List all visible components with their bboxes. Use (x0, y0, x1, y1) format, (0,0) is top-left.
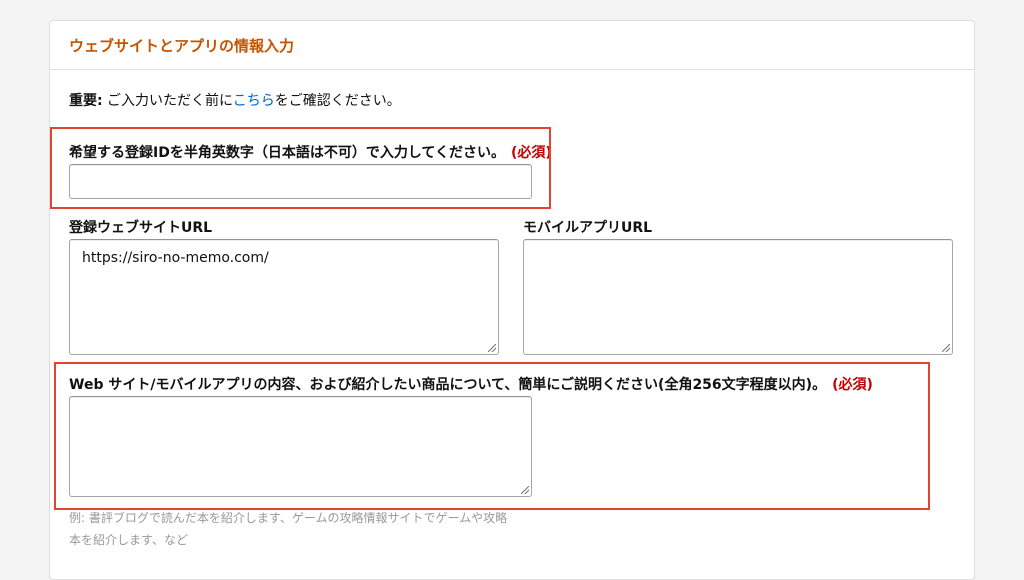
website-url-textarea[interactable]: https://siro-no-memo.com/ (69, 239, 499, 355)
description-hint: 例: 書評ブログで読んだ本を紹介します、ゲームの攻略情報サイトでゲームや攻略本を… (69, 511, 508, 547)
login-id-input[interactable] (69, 164, 532, 199)
login-id-label: 希望する登録IDを半角英数字（日本語は不可）で入力してください。 (必須) (69, 142, 552, 162)
login-id-label-text: 希望する登録IDを半角英数字（日本語は不可）で入力してください。 (69, 145, 505, 161)
website-app-info-card: ウェブサイトとアプリの情報入力 重要: ご入力いただく前にこちらをご確認ください… (49, 20, 975, 580)
description-label-text: Web サイト/モバイルアプリの内容、および紹介したい商品について、簡単にご説明… (69, 377, 827, 393)
app-url-resize-handle[interactable] (942, 344, 950, 352)
description-resize-handle[interactable] (521, 486, 529, 494)
card-header: ウェブサイトとアプリの情報入力 (50, 21, 974, 70)
description-label: Web サイト/モバイルアプリの内容、および紹介したい商品について、簡単にご説明… (69, 374, 873, 394)
app-url-label: モバイルアプリURL (523, 220, 653, 236)
website-url-label: 登録ウェブサイトURL (69, 220, 213, 236)
notice-bold-label: 重要: (69, 93, 103, 109)
notice-link[interactable]: こちら (233, 93, 275, 109)
login-id-required: (必須) (511, 145, 552, 161)
notice-text-before: ご入力いただく前に (102, 93, 233, 109)
section-title: ウェブサイトとアプリの情報入力 (69, 37, 295, 55)
website-url-resize-handle[interactable] (488, 344, 496, 352)
description-required: (必須) (832, 377, 873, 393)
description-textarea[interactable] (69, 396, 532, 497)
important-notice: 重要: ご入力いただく前にこちらをご確認ください。 (69, 90, 401, 110)
notice-text-after: をご確認ください。 (274, 93, 401, 109)
app-url-textarea[interactable] (523, 239, 953, 355)
